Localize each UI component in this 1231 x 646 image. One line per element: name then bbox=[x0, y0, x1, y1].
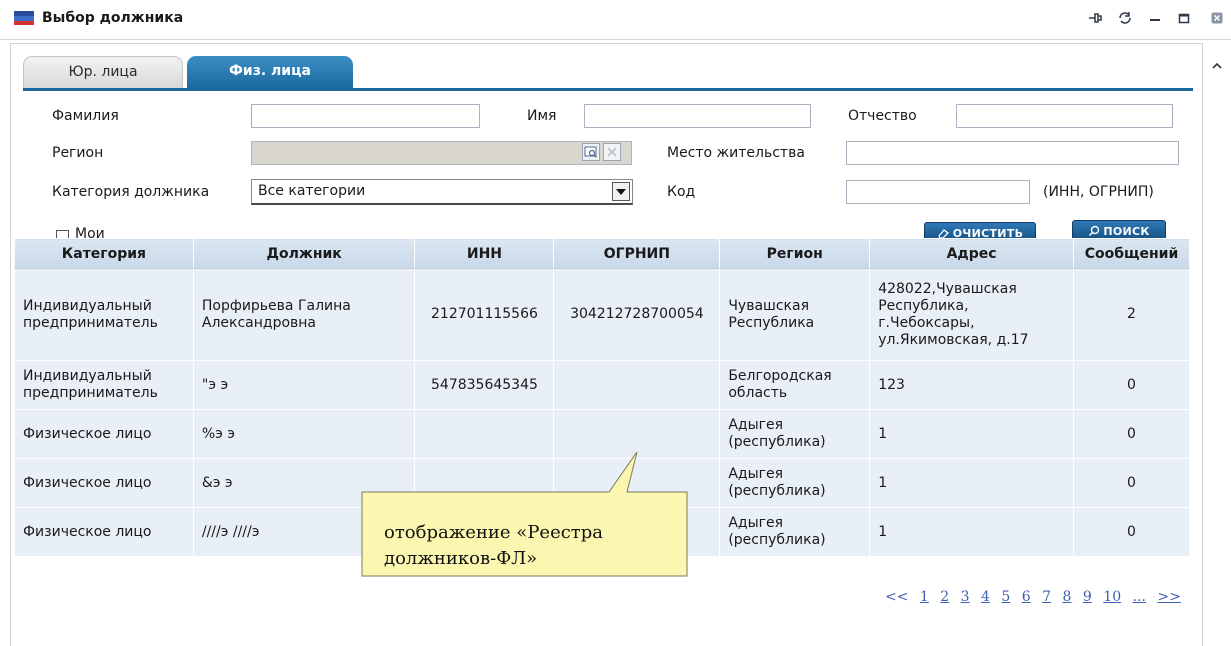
patronymic-label: Отчество bbox=[848, 108, 917, 124]
tab-legal-entities[interactable]: Юр. лица bbox=[23, 56, 183, 88]
maximize-icon[interactable] bbox=[1174, 11, 1194, 29]
cell-region: Белгородская область bbox=[719, 360, 871, 410]
name-input[interactable] bbox=[584, 104, 811, 128]
magnifier-icon bbox=[1089, 225, 1100, 237]
pin-icon[interactable] bbox=[1085, 11, 1105, 29]
residence-input[interactable] bbox=[846, 141, 1179, 165]
pager-page[interactable]: 2 bbox=[940, 589, 949, 605]
column-header-inn[interactable]: ИНН bbox=[414, 238, 555, 269]
pager-page[interactable]: 4 bbox=[981, 589, 990, 605]
category-select-value: Все категории bbox=[258, 183, 366, 199]
cell-region: Адыгея (республика) bbox=[719, 409, 871, 459]
pager-page[interactable]: 10 bbox=[1103, 589, 1121, 605]
cell-ogrnip bbox=[553, 360, 721, 410]
cell-inn: 212701115566 bbox=[414, 268, 555, 361]
pager-page[interactable]: 6 bbox=[1022, 589, 1031, 605]
code-input[interactable] bbox=[846, 180, 1030, 204]
category-select[interactable]: Все категории bbox=[251, 179, 633, 205]
table-row[interactable]: Индивидуальный предприниматель Порфирьев… bbox=[14, 268, 1191, 361]
cell-address: 1 bbox=[869, 409, 1074, 459]
refresh-icon[interactable] bbox=[1115, 11, 1135, 29]
table-row[interactable]: Индивидуальный предприниматель "э э 5478… bbox=[14, 360, 1191, 410]
cell-messages: 0 bbox=[1072, 360, 1191, 410]
window-title: Выбор должника bbox=[42, 10, 184, 26]
window-titlebar: Выбор должника bbox=[0, 0, 1231, 40]
annotation-callout: отображение «Реестра должников-ФЛ» bbox=[361, 452, 689, 602]
column-header-category[interactable]: Категория bbox=[14, 238, 194, 269]
column-header-ogrnip[interactable]: ОГРНИП bbox=[553, 238, 721, 269]
app-flag-icon bbox=[14, 11, 34, 25]
minimize-icon[interactable] bbox=[1145, 11, 1165, 29]
cell-ogrnip: 304212728700054 bbox=[553, 268, 721, 361]
residence-label: Место жительства bbox=[667, 145, 805, 161]
category-label: Категория должника bbox=[52, 184, 210, 200]
scroll-up-icon[interactable] bbox=[1211, 60, 1223, 72]
cell-category: Физическое лицо bbox=[14, 458, 194, 508]
cell-region: Адыгея (республика) bbox=[719, 458, 871, 508]
cell-inn: 547835645345 bbox=[414, 360, 555, 410]
cell-debtor: Порфирьева Галина Александровна bbox=[192, 268, 416, 361]
cell-messages: 0 bbox=[1072, 507, 1191, 557]
pager-page[interactable]: 3 bbox=[961, 589, 970, 605]
cell-category: Индивидуальный предприниматель bbox=[14, 268, 194, 361]
cell-address: 1 bbox=[869, 507, 1074, 557]
cell-category: Физическое лицо bbox=[14, 507, 194, 557]
pagination: << 1 2 3 4 5 6 7 8 9 10 ... >> bbox=[885, 589, 1188, 605]
pager-page[interactable]: 7 bbox=[1042, 589, 1051, 605]
code-hint: (ИНН, ОГРНИП) bbox=[1043, 184, 1154, 200]
cell-address: 123 bbox=[869, 360, 1074, 410]
pager-page[interactable]: 9 bbox=[1083, 589, 1092, 605]
cell-messages: 0 bbox=[1072, 409, 1191, 459]
column-header-debtor[interactable]: Должник bbox=[192, 238, 416, 269]
tab-individuals[interactable]: Физ. лица bbox=[187, 56, 353, 88]
region-field bbox=[251, 141, 632, 165]
column-header-region[interactable]: Регион bbox=[719, 238, 871, 269]
patronymic-input[interactable] bbox=[956, 104, 1173, 128]
pager-page[interactable]: 8 bbox=[1063, 589, 1072, 605]
code-label: Код bbox=[667, 184, 696, 200]
name-label: Имя bbox=[527, 108, 557, 124]
cell-messages: 0 bbox=[1072, 458, 1191, 508]
table-header-row: Категория Должник ИНН ОГРНИП Регион Адре… bbox=[14, 238, 1191, 269]
clear-field-icon[interactable] bbox=[603, 143, 621, 161]
cell-region: Адыгея (республика) bbox=[719, 507, 871, 557]
cell-region: Чувашская Республика bbox=[719, 268, 871, 361]
pager-prev[interactable]: << bbox=[885, 589, 908, 605]
cell-debtor: "э э bbox=[192, 360, 416, 410]
cell-address: 1 bbox=[869, 458, 1074, 508]
cell-category: Индивидуальный предприниматель bbox=[14, 360, 194, 410]
cell-messages: 2 bbox=[1072, 268, 1191, 361]
pager-page[interactable]: 1 bbox=[920, 589, 929, 605]
region-label: Регион bbox=[52, 145, 104, 161]
cell-category: Физическое лицо bbox=[14, 409, 194, 459]
pager-page[interactable]: 5 bbox=[1001, 589, 1010, 605]
pager-next[interactable]: >> bbox=[1157, 589, 1180, 605]
cell-address: 428022,Чувашская Республика, г.Чебоксары… bbox=[869, 268, 1074, 361]
column-header-messages[interactable]: Сообщений bbox=[1072, 238, 1191, 269]
pager-more[interactable]: ... bbox=[1133, 589, 1146, 605]
region-input[interactable] bbox=[251, 141, 632, 165]
dropdown-arrow-icon[interactable] bbox=[612, 182, 630, 201]
surname-input[interactable] bbox=[251, 104, 480, 128]
lookup-icon[interactable] bbox=[582, 143, 600, 161]
callout-text: отображение «Реестра должников-ФЛ» bbox=[384, 522, 604, 569]
tab-underline bbox=[23, 88, 1193, 91]
surname-label: Фамилия bbox=[52, 108, 119, 124]
column-header-address[interactable]: Адрес bbox=[869, 238, 1074, 269]
close-icon[interactable] bbox=[1207, 11, 1227, 29]
